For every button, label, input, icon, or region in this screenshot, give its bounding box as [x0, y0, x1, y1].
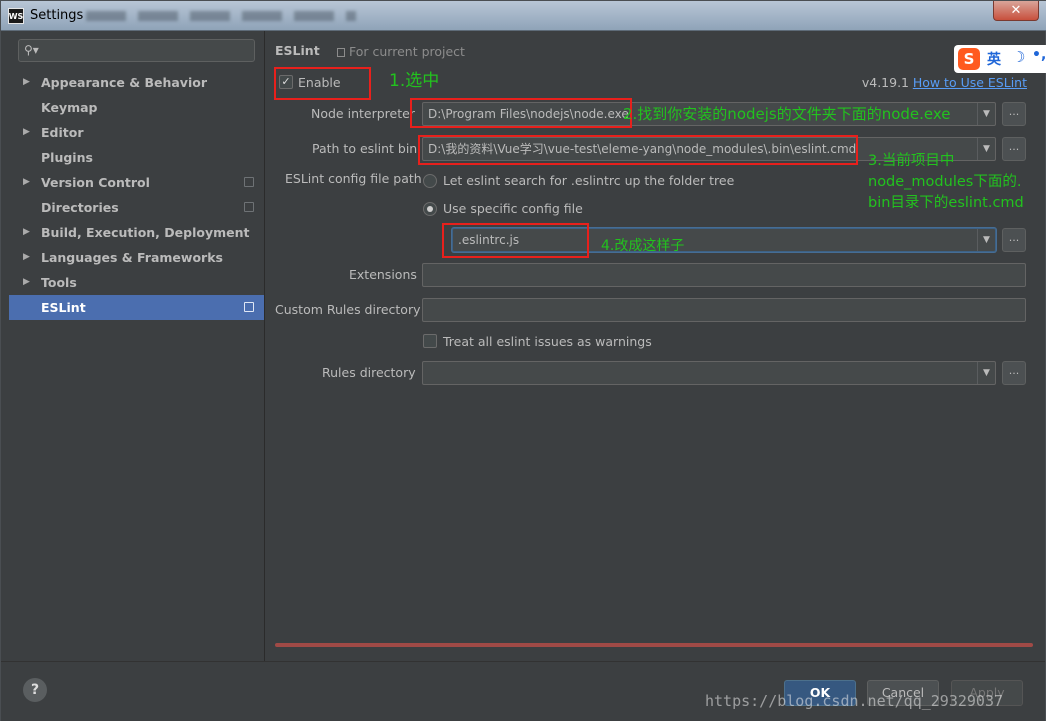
eslint-bin-label: Path to eslint bin — [312, 141, 418, 156]
settings-search-input[interactable]: ⚲▾ — [18, 39, 255, 62]
dialog-footer: ? OK Cancel Apply https://blog.csdn.net/… — [1, 661, 1045, 721]
annotation-box-config — [442, 223, 589, 258]
punctuation-icon: •, — [1032, 47, 1046, 63]
rules-directory-label: Rules directory — [322, 365, 416, 380]
ime-status-badge[interactable]: S 英 ☽ •, — [954, 45, 1046, 73]
webstorm-app-icon: WS — [8, 8, 24, 24]
sidebar-item-keymap[interactable]: Keymap — [9, 95, 264, 120]
expand-arrow-icon[interactable]: ▶ — [23, 270, 30, 295]
extensions-field[interactable] — [422, 263, 1026, 287]
eslint-settings-panel: ESLint For current project ✓ Enable v4.1… — [265, 31, 1045, 661]
annotation-step1: 1.选中 — [389, 71, 440, 91]
page-title: ESLint — [275, 43, 320, 58]
sidebar-item-appearance-behavior[interactable]: ▶ Appearance & Behavior — [9, 70, 264, 95]
project-scope-icon — [337, 48, 345, 57]
expand-arrow-icon[interactable]: ▶ — [23, 120, 30, 145]
blurred-menu-bar — [86, 11, 356, 21]
annotation-step3-line2: node_modules下面的. — [868, 174, 1022, 190]
project-scope-icon — [244, 202, 254, 212]
config-file-label: ESLint config file path — [285, 171, 422, 186]
close-window-button[interactable]: ✕ — [993, 1, 1039, 21]
browse-config-button[interactable]: ... — [1002, 228, 1026, 252]
specific-config-label[interactable]: Use specific config file — [443, 201, 583, 216]
annotation-box-enable — [274, 67, 371, 100]
chevron-down-icon[interactable]: ▼ — [977, 138, 995, 160]
sidebar-item-plugins[interactable]: Plugins — [9, 145, 264, 170]
panel-bottom-line — [275, 643, 1033, 647]
sidebar-item-version-control[interactable]: ▶ Version Control — [9, 170, 264, 195]
scope-label: For current project — [337, 44, 465, 59]
extensions-label: Extensions — [349, 267, 417, 282]
project-scope-icon — [244, 302, 254, 312]
annotation-step3-line3: bin目录下的eslint.cmd — [868, 195, 1024, 211]
expand-arrow-icon[interactable]: ▶ — [23, 170, 30, 195]
chevron-down-icon[interactable]: ▼ — [977, 229, 995, 251]
watermark: https://blog.csdn.net/qq_29329037 — [705, 692, 1004, 710]
chevron-down-icon[interactable]: ▼ — [977, 103, 995, 125]
annotation-step3-line1: 3.当前项目中 — [868, 153, 955, 169]
settings-sidebar: ⚲▾ ▶ Appearance & Behavior Keymap ▶ Edit… — [9, 31, 264, 661]
expand-arrow-icon[interactable]: ▶ — [23, 220, 30, 245]
ime-language-label: 英 — [987, 52, 1001, 68]
node-interpreter-label: Node interpreter — [311, 106, 415, 121]
rules-directory-field[interactable]: ▼ — [422, 361, 996, 385]
annotation-step4: 4.改成这样子 — [601, 238, 685, 254]
treat-as-warnings-checkbox[interactable] — [423, 334, 437, 348]
search-config-radio[interactable] — [423, 174, 437, 188]
search-config-label[interactable]: Let eslint search for .eslintrc up the f… — [443, 173, 734, 188]
search-icon: ⚲▾ — [24, 43, 39, 57]
how-to-use-eslint-link[interactable]: How to Use ESLint — [913, 75, 1027, 90]
help-icon[interactable]: ? — [23, 678, 47, 702]
settings-window: WS Settings ✕ ⚲▾ ▶ Appearance & Behavior… — [0, 0, 1046, 721]
chevron-down-icon[interactable]: ▼ — [977, 362, 995, 384]
sidebar-item-languages-frameworks[interactable]: ▶ Languages & Frameworks — [9, 245, 264, 270]
browse-eslint-bin-button[interactable]: ... — [1002, 137, 1026, 161]
sidebar-item-editor[interactable]: ▶ Editor — [9, 120, 264, 145]
project-scope-icon — [244, 177, 254, 187]
title-bar[interactable]: WS Settings ✕ — [1, 1, 1046, 31]
annotation-step2: 2.找到你安装的nodejs的文件夹下面的node.exe — [623, 105, 951, 123]
browse-rules-button[interactable]: ... — [1002, 361, 1026, 385]
moon-icon: ☽ — [1012, 48, 1026, 66]
treat-as-warnings-label[interactable]: Treat all eslint issues as warnings — [443, 334, 652, 349]
browse-node-button[interactable]: ... — [1002, 102, 1026, 126]
expand-arrow-icon[interactable]: ▶ — [23, 245, 30, 270]
expand-arrow-icon[interactable]: ▶ — [23, 70, 30, 95]
specific-config-radio[interactable] — [423, 202, 437, 216]
window-title: Settings — [30, 8, 84, 23]
sidebar-item-build-execution-deployment[interactable]: ▶ Build, Execution, Deployment — [9, 220, 264, 245]
sidebar-item-tools[interactable]: ▶ Tools — [9, 270, 264, 295]
sogou-logo-icon: S — [958, 48, 980, 70]
sidebar-item-eslint[interactable]: ESLint — [9, 295, 264, 320]
sidebar-item-directories[interactable]: Directories — [9, 195, 264, 220]
annotation-box-eslint-bin — [418, 135, 858, 165]
custom-rules-field[interactable] — [422, 298, 1026, 322]
annotation-box-node — [410, 98, 632, 128]
custom-rules-label: Custom Rules directory — [275, 302, 421, 317]
eslint-version: v4.19.1 — [861, 75, 909, 90]
